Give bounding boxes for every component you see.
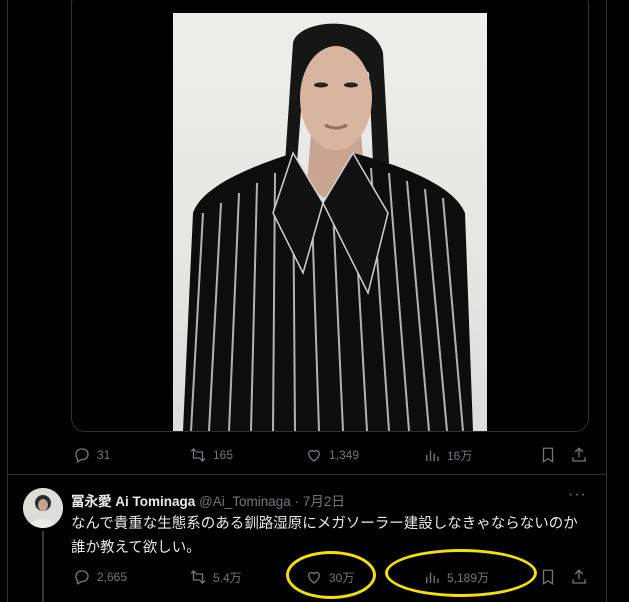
like-highlight-circle xyxy=(286,551,376,599)
repost-button[interactable]: 165 xyxy=(189,446,233,464)
views-count: 16万 xyxy=(447,448,473,463)
repost-count: 165 xyxy=(213,448,234,462)
reply-button[interactable]: 2,665 xyxy=(73,568,127,586)
reply-count: 31 xyxy=(97,448,111,462)
timeline-right-border xyxy=(606,0,607,602)
bookmark-button[interactable] xyxy=(539,446,557,464)
reply-icon xyxy=(75,448,89,463)
like-count: 1,349 xyxy=(329,448,360,462)
avatar[interactable] xyxy=(23,488,63,528)
bookmark-icon xyxy=(542,569,554,586)
share-icon xyxy=(572,569,586,584)
tweet-divider xyxy=(7,474,607,475)
reply-button[interactable]: 31 xyxy=(73,446,110,464)
share-button[interactable] xyxy=(570,446,588,464)
views-highlight-circle xyxy=(385,549,537,597)
reply-count: 2,665 xyxy=(97,570,128,584)
views-button[interactable]: 16万 xyxy=(423,446,472,464)
more-options-button[interactable]: ··· xyxy=(568,486,587,504)
repost-icon xyxy=(190,448,206,462)
like-icon xyxy=(308,449,320,462)
bookmark-button[interactable] xyxy=(539,568,557,586)
repost-button[interactable]: 5.4万 xyxy=(189,568,242,586)
tweet-header: 冨永愛 Ai Tominaga @Ai_Tominaga · 7月2日 xyxy=(71,490,345,510)
media-card[interactable] xyxy=(71,0,589,432)
like-button[interactable]: 1,349 xyxy=(305,446,359,464)
display-name[interactable]: 冨永愛 Ai Tominaga xyxy=(71,494,195,509)
views-icon xyxy=(426,450,439,461)
thread-line xyxy=(42,531,44,602)
repost-icon xyxy=(190,570,206,584)
repost-count: 5.4万 xyxy=(213,570,242,585)
avatar-image xyxy=(23,488,63,528)
share-icon xyxy=(572,447,586,462)
reply-icon xyxy=(75,570,89,585)
bookmark-icon xyxy=(542,447,554,464)
share-button[interactable] xyxy=(570,568,588,586)
user-handle[interactable]: @Ai_Tominaga xyxy=(199,494,291,509)
portrait-illustration xyxy=(183,23,473,431)
timeline-left-border xyxy=(7,0,8,602)
separator: · xyxy=(294,494,300,509)
tweet-date[interactable]: 7月2日 xyxy=(303,494,345,509)
tweet-photo[interactable] xyxy=(173,13,487,431)
